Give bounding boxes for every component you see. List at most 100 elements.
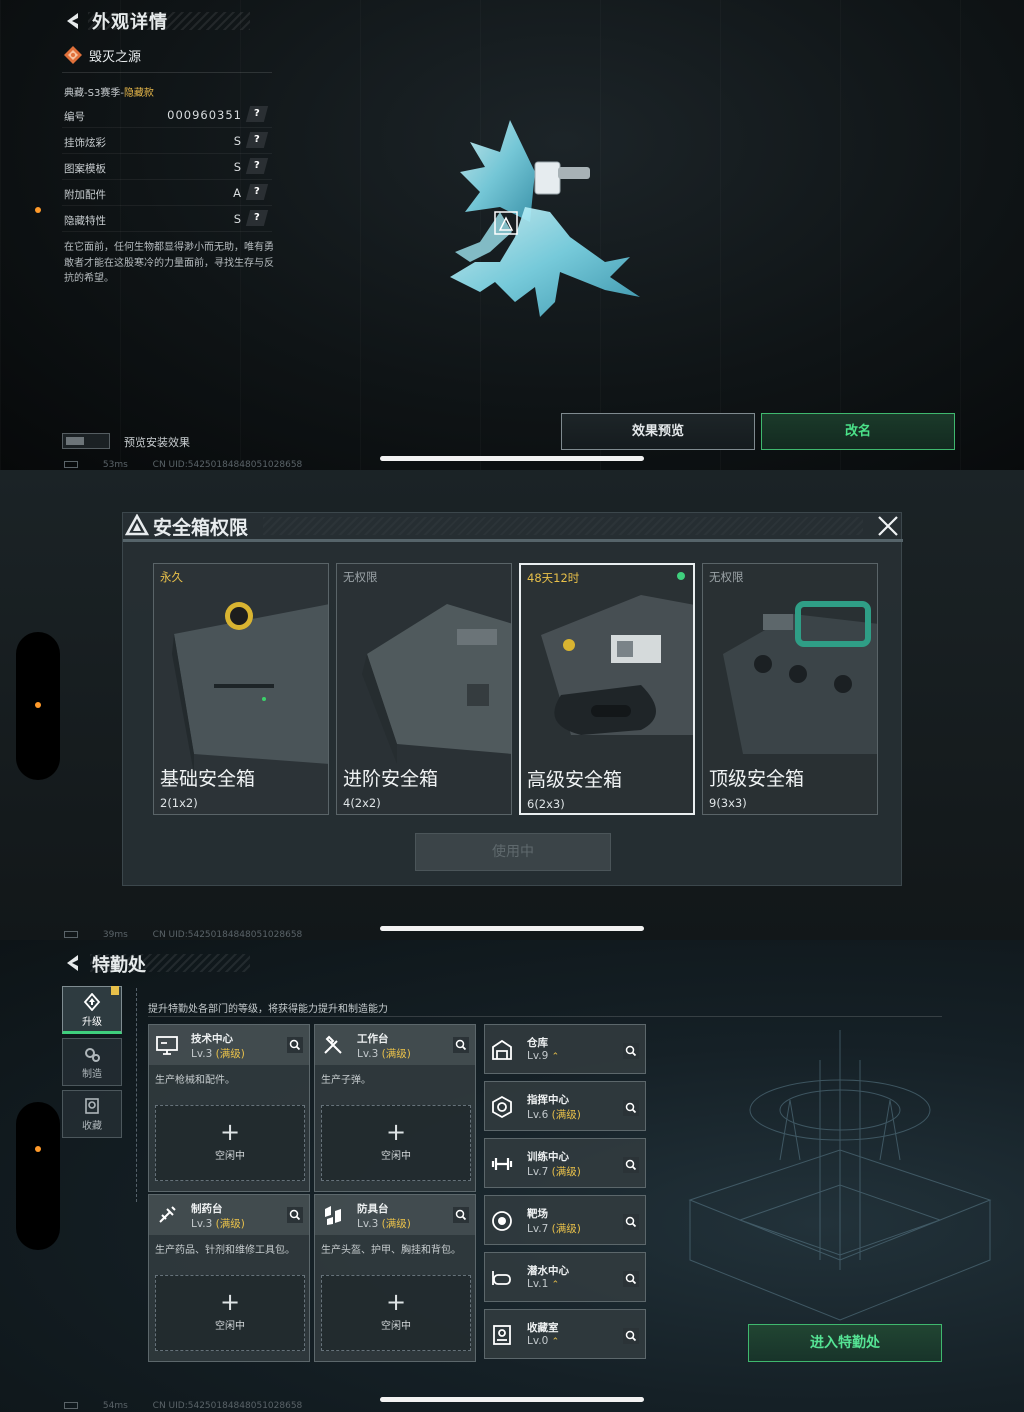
side-handle <box>16 1102 60 1250</box>
diamond-badge-icon <box>64 46 82 64</box>
magnifier-icon[interactable] <box>287 1207 303 1223</box>
safebox-card-premium[interactable]: 48天12时 高级安全箱 6(2x3) <box>519 563 695 815</box>
attribute-label: 隐藏特性 <box>64 215 106 227</box>
max-level-tag: (满级) <box>551 1109 581 1121</box>
department-card-pharmacy[interactable]: 制药台 Lv.3 (满级) 生产药品、针剂和维修工具包。 + 空闲中 <box>148 1194 310 1362</box>
department-description: 生产头盔、护甲、胸挂和背包。 <box>321 1245 461 1256</box>
attribute-value: 000960351 <box>167 108 242 122</box>
facility-card-diving-center[interactable]: 潜水中心 Lv.1 ⌃ <box>484 1252 646 1302</box>
safebox-card-top[interactable]: 无权限 顶级安全箱 9(3x3) <box>702 563 878 815</box>
department-card-tech-center[interactable]: 技术中心 Lv.3 (满级) 生产枪械和配件。 + 空闲中 <box>148 1024 310 1192</box>
series-tag: 隐藏款 <box>123 88 154 99</box>
special-ops-panel: 特勤处 升级 制造 收藏 提升特勤处各部门的等级，将获得能力提升和制造能力 技术 <box>0 940 1024 1412</box>
department-name: 工作台 <box>357 1033 389 1045</box>
back-arrow-icon[interactable] <box>62 10 84 32</box>
facility-level: Lv.0 <box>527 1335 549 1347</box>
help-icon[interactable]: ? <box>245 210 269 226</box>
effect-preview-button[interactable]: 效果预览 <box>561 413 755 450</box>
help-icon[interactable]: ? <box>245 158 269 174</box>
facility-name: 指挥中心 <box>527 1094 569 1106</box>
safebox-name: 进阶安全箱 <box>343 768 439 790</box>
side-handle <box>16 632 60 780</box>
attribute-value: S <box>233 134 242 148</box>
warning-triangle-icon <box>125 514 149 536</box>
collection-room-icon <box>493 1325 511 1345</box>
safebox-state: 永久 <box>160 570 183 584</box>
facility-card-collection-room[interactable]: 收藏室 Lv.0 ⌃ <box>484 1309 646 1359</box>
safebox-size: 9(3x3) <box>709 796 747 810</box>
facility-name: 收藏室 <box>527 1322 559 1334</box>
magnifier-icon[interactable] <box>623 1328 639 1344</box>
preview-install-toggle[interactable] <box>62 433 110 449</box>
production-slot[interactable]: + 空闲中 <box>155 1105 305 1181</box>
production-slot[interactable]: + 空闲中 <box>321 1275 471 1351</box>
slot-status: 空闲中 <box>381 1151 411 1162</box>
department-name: 防具台 <box>357 1203 389 1215</box>
safebox-size: 2(1x2) <box>160 796 198 810</box>
warehouse-icon <box>492 1039 512 1060</box>
tab-craft[interactable]: 制造 <box>62 1038 122 1086</box>
title-divider <box>123 539 903 542</box>
uid-text: CN UID:542501848480510286​58 <box>152 460 303 470</box>
rename-button[interactable]: 改名 <box>761 413 955 450</box>
divider <box>136 988 137 1202</box>
magnifier-icon[interactable] <box>623 1271 639 1287</box>
diving-mask-icon <box>492 1271 511 1285</box>
tab-label: 升级 <box>82 1017 102 1028</box>
status-bar: 54ms CN UID:54250184848051028658 <box>64 1401 302 1411</box>
department-card-armor-bench[interactable]: 防具台 Lv.3 (满级) 生产头盔、护甲、胸挂和背包。 + 空闲中 <box>314 1194 476 1362</box>
attribute-label: 编号 <box>64 111 85 123</box>
safebox-state: 无权限 <box>343 570 378 584</box>
battery-icon <box>64 461 78 468</box>
tab-upgrade[interactable]: 升级 <box>62 986 122 1034</box>
magnifier-icon[interactable] <box>453 1207 469 1223</box>
close-icon[interactable] <box>875 513 901 539</box>
department-level: Lv.3 <box>191 1218 213 1230</box>
upgrade-indicator: ⌃ <box>551 1337 560 1347</box>
safebox-state: 无权限 <box>709 570 744 584</box>
help-icon[interactable]: ? <box>245 184 269 200</box>
tab-collection[interactable]: 收藏 <box>62 1090 122 1138</box>
battery-icon <box>64 931 78 938</box>
command-center-icon <box>492 1096 512 1118</box>
safebox-name: 基础安全箱 <box>160 768 256 790</box>
title-hatch-decor <box>263 517 863 535</box>
facility-card-training-center[interactable]: 训练中心 Lv.7 (满级) <box>484 1138 646 1188</box>
ping-text: 53ms <box>102 460 128 470</box>
enter-special-ops-button[interactable]: 进入特勤处 <box>748 1324 942 1362</box>
safebox-card-advanced[interactable]: 无权限 进阶安全箱 4(2x2) <box>336 563 512 815</box>
magnifier-icon[interactable] <box>623 1043 639 1059</box>
back-arrow-icon[interactable] <box>62 952 84 974</box>
facility-name: 潜水中心 <box>527 1265 569 1277</box>
magnifier-icon[interactable] <box>623 1100 639 1116</box>
safebox-card-basic[interactable]: 永久 基础安全箱 2(1x2) <box>153 563 329 815</box>
production-slot[interactable]: + 空闲中 <box>321 1105 471 1181</box>
facility-level: Lv.1 <box>527 1278 549 1290</box>
dumbbell-icon <box>491 1158 513 1170</box>
help-icon[interactable]: ? <box>245 106 269 122</box>
modal-title: 安全箱权限 <box>153 517 249 539</box>
facility-name: 靶场 <box>527 1208 548 1220</box>
facility-level: Lv.7 <box>527 1166 549 1178</box>
magnifier-icon[interactable] <box>287 1037 303 1053</box>
active-indicator-dot <box>677 572 685 580</box>
in-use-button[interactable]: 使用中 <box>415 833 611 871</box>
max-level-tag: (满级) <box>551 1166 581 1178</box>
attribute-value: A <box>233 186 242 200</box>
safebox-size: 4(2x2) <box>343 796 381 810</box>
attribute-row: 图案模板 S ? <box>62 154 272 180</box>
department-name: 制药台 <box>191 1203 223 1215</box>
facility-card-shooting-range[interactable]: 靶场 Lv.7 (满级) <box>484 1195 646 1245</box>
home-indicator <box>380 1397 644 1402</box>
department-card-workbench[interactable]: 工作台 Lv.3 (满级) 生产子弹。 + 空闲中 <box>314 1024 476 1192</box>
help-symbol: ? <box>254 212 260 223</box>
help-icon[interactable]: ? <box>245 132 269 148</box>
production-slot[interactable]: + 空闲中 <box>155 1275 305 1351</box>
magnifier-icon[interactable] <box>623 1214 639 1230</box>
attribute-label: 图案模板 <box>64 163 106 175</box>
slot-status: 空闲中 <box>215 1321 245 1332</box>
facility-card-command-center[interactable]: 指挥中心 Lv.6 (满级) <box>484 1081 646 1131</box>
facility-card-warehouse[interactable]: 仓库 Lv.9 ⌃ <box>484 1024 646 1074</box>
magnifier-icon[interactable] <box>623 1157 639 1173</box>
magnifier-icon[interactable] <box>453 1037 469 1053</box>
